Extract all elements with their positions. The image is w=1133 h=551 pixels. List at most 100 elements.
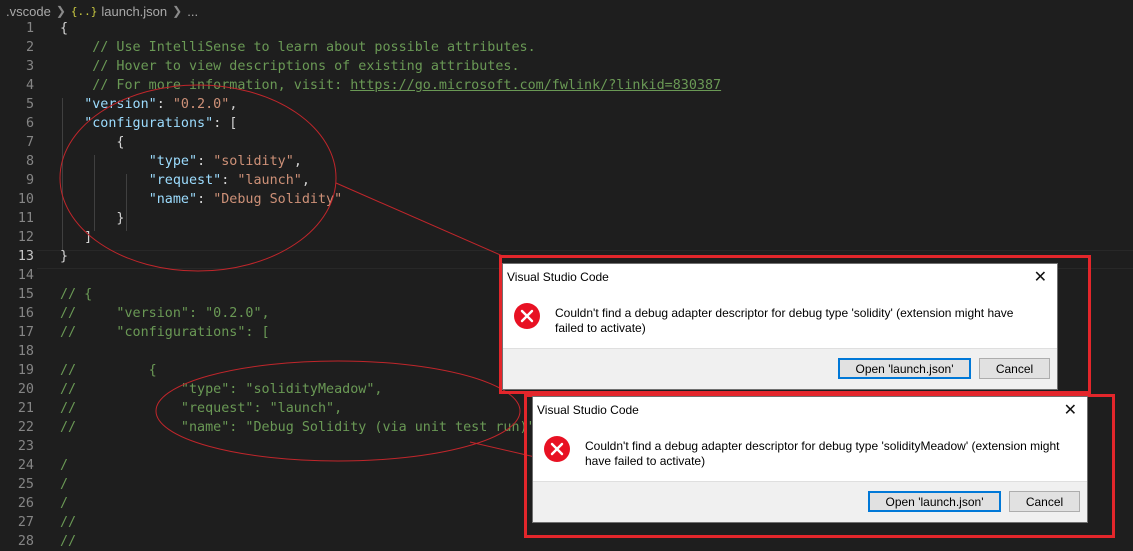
code-token: } [60,249,69,264]
code-line[interactable]: 7 { [0,133,1133,152]
line-number: 8 [25,154,34,169]
code-token: // "type": "solidityMeadow", [60,382,383,397]
code-text: // Hover to view descriptions of existin… [60,57,519,76]
code-line[interactable]: 9 "request": "launch", [0,171,1133,190]
code-token: "version" [84,97,157,112]
line-number: 6 [25,116,34,131]
code-text: "type": "solidity", [60,152,302,171]
line-number: 24 [17,458,34,473]
code-line[interactable]: 5 "version": "0.2.0", [0,95,1133,114]
code-text: "configurations": [ [60,114,237,133]
cancel-button[interactable]: Cancel [1009,491,1080,512]
code-token: // "configurations": [ [60,325,270,340]
code-token: { [60,135,125,150]
code-token: , [293,154,302,169]
line-number: 22 [17,420,34,435]
line-number: 18 [17,344,34,359]
code-token: { [60,21,69,36]
code-text: // "request": "launch", [60,399,342,418]
code-token: // { [60,363,157,378]
code-line[interactable]: 6 "configurations": [ [0,114,1133,133]
code-token: : [156,97,173,112]
line-number: 4 [25,78,34,93]
line-number: 9 [25,173,34,188]
code-text: // { [60,285,92,304]
code-text: // "type": "solidityMeadow", [60,380,382,399]
code-token: ] [60,230,93,245]
code-text: } [60,247,68,266]
code-token: , [301,173,310,188]
breadcrumb-folder[interactable]: .vscode [6,4,51,19]
line-number: 5 [25,97,34,112]
line-number: 21 [17,401,34,416]
code-line[interactable]: 8 "type": "solidity", [0,152,1133,171]
cancel-button[interactable]: Cancel [979,358,1050,379]
code-text: // { [60,361,157,380]
breadcrumb-more[interactable]: ... [187,4,198,19]
chevron-right-icon: ❯ [55,4,66,18]
code-text: / [60,475,68,494]
line-number: 19 [17,363,34,378]
code-token: / [60,458,69,473]
code-text: // Use IntelliSense to learn about possi… [60,38,536,57]
line-number: 15 [17,287,34,302]
dialog-message-line: Couldn't find a debug adapter descriptor… [555,306,1014,320]
code-token: // "name": "Debug Solidity (via unit tes… [60,420,536,435]
close-icon[interactable]: ✕ [1034,267,1047,287]
close-icon[interactable]: ✕ [1064,400,1077,420]
code-text: "name": "Debug Solidity" [60,190,343,209]
code-token: // { [60,287,93,302]
code-token: "solidity" [213,154,294,169]
code-token: // Use IntelliSense to learn about possi… [92,40,536,55]
line-number: 7 [25,135,34,150]
code-line[interactable]: 3 // Hover to view descriptions of exist… [0,57,1133,76]
code-line[interactable]: 11 } [0,209,1133,228]
dialog-title: Visual Studio Code [507,270,609,284]
code-line[interactable]: 10 "name": "Debug Solidity" [0,190,1133,209]
chevron-right-icon: ❯ [172,4,183,18]
line-number: 17 [17,325,34,340]
code-line[interactable]: 1{ [0,19,1133,38]
line-number: 25 [17,477,34,492]
dialog-title: Visual Studio Code [537,403,639,417]
code-line[interactable]: 12 ] [0,228,1133,247]
code-token: "request" [148,173,222,188]
dialog-message: Couldn't find a debug adapter descriptor… [585,439,1065,469]
code-text: "version": "0.2.0", [60,95,237,114]
code-token: , [229,97,238,112]
line-number: 2 [25,40,34,55]
line-number: 28 [17,534,34,549]
open-launch-json-button[interactable]: Open 'launch.json' [838,358,971,379]
code-token: / [60,477,69,492]
code-token: "configurations" [84,116,214,131]
dialog-message-line: failed to activate) [555,321,646,335]
line-number: 3 [25,59,34,74]
code-token: "name" [148,192,198,207]
code-text: // "name": "Debug Solidity (via unit tes… [60,418,536,437]
error-icon [544,436,570,462]
code-token: // "version": "0.2.0", [60,306,270,321]
breadcrumb-file[interactable]: launch.json [101,4,167,19]
code-line[interactable]: 2 // Use IntelliSense to learn about pos… [0,38,1133,57]
code-token: "type" [148,154,198,169]
open-launch-json-button[interactable]: Open 'launch.json' [868,491,1001,512]
code-text: "request": "launch", [60,171,310,190]
code-line[interactable]: 4 // For more information, visit: https:… [0,76,1133,95]
dialog-footer: Open 'launch.json' Cancel [533,481,1087,522]
code-token: "0.2.0" [172,97,230,112]
code-link[interactable]: https://go.microsoft.com/fwlink/?linkid=… [350,78,721,93]
code-text: // "version": "0.2.0", [60,304,270,323]
code-token: } [60,211,125,226]
code-text: / [60,494,68,513]
error-dialog: Visual Studio Code ✕ Couldn't find a deb… [532,396,1088,523]
code-token: : [ [213,116,238,131]
line-number: 13 [17,249,34,264]
code-text: ] [60,228,92,247]
line-number: 1 [25,21,34,36]
